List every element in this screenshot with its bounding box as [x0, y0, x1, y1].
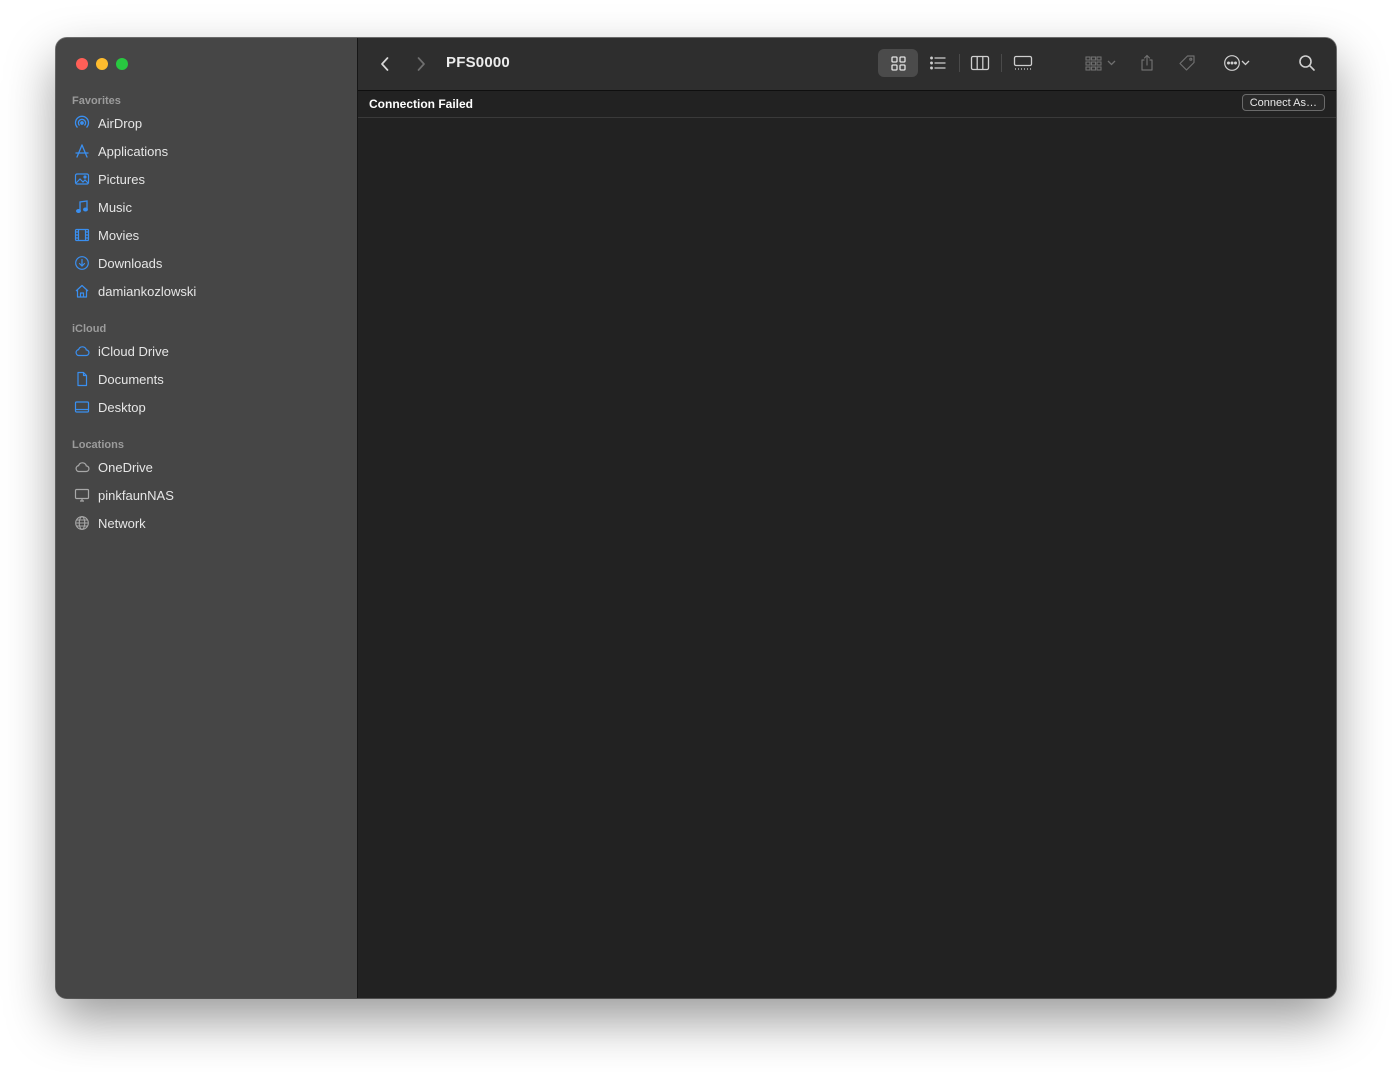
zoom-button[interactable] [116, 58, 128, 70]
back-button[interactable] [374, 50, 396, 78]
sidebar-item-label: pinkfaunNAS [98, 487, 174, 503]
sidebar-item-label: OneDrive [98, 459, 153, 475]
sidebar-item-pictures[interactable]: Pictures [64, 166, 349, 192]
chevron-down-icon [1107, 60, 1115, 66]
sidebar-item-label: Movies [98, 227, 140, 243]
connect-as-button[interactable]: Connect As… [1241, 94, 1325, 111]
window-controls [76, 58, 128, 70]
tag-icon [1179, 55, 1195, 71]
icloud-icon [73, 342, 91, 360]
search-icon [1299, 55, 1315, 71]
connection-status-text: Connection Failed [369, 97, 474, 111]
sidebar-item-documents[interactable]: Documents [64, 366, 349, 392]
home-icon [73, 282, 91, 300]
sidebar-item-label: iCloud Drive [98, 343, 169, 359]
group-by-button[interactable] [1080, 49, 1120, 77]
sidebar-item-label: Documents [98, 371, 164, 387]
minimize-button[interactable] [96, 58, 108, 70]
movies-icon [73, 226, 91, 244]
display-icon [73, 486, 91, 504]
columns-icon [970, 55, 990, 71]
sidebar-item-music[interactable]: Music [64, 194, 349, 220]
window-title: PFS0000 [446, 54, 510, 71]
icon-view-button[interactable] [878, 49, 918, 77]
sidebar-item-desktop[interactable]: Desktop [64, 394, 349, 420]
cloud-icon [73, 458, 91, 476]
sidebar-item-downloads[interactable]: Downloads [64, 250, 349, 276]
sidebar-item-label: Pictures [98, 171, 145, 187]
tags-button[interactable] [1172, 49, 1202, 77]
toolbar: PFS0000 [358, 38, 1336, 91]
icloud-section-title: iCloud [72, 323, 107, 335]
applications-icon [73, 142, 91, 160]
favorites-section-title: Favorites [72, 95, 121, 107]
gallery-icon [1013, 55, 1033, 70]
file-list-area[interactable] [358, 118, 1336, 998]
ellipsis-circle-icon [1223, 55, 1240, 71]
finder-window: Favorites AirDrop Applications Pictures … [56, 38, 1336, 998]
chevron-right-icon [417, 57, 425, 71]
list-icon [930, 56, 946, 70]
gallery-view-button[interactable] [1006, 49, 1040, 77]
pictures-icon [73, 170, 91, 188]
sidebar-item-network[interactable]: Network [64, 510, 349, 536]
list-view-button[interactable] [922, 49, 954, 77]
sidebar-item-onedrive[interactable]: OneDrive [64, 454, 349, 480]
more-actions-button[interactable] [1216, 49, 1256, 77]
chevron-down-icon [1241, 60, 1249, 66]
sidebar-item-icloud-drive[interactable]: iCloud Drive [64, 338, 349, 364]
sidebar: Favorites AirDrop Applications Pictures … [56, 38, 358, 998]
desktop-icon [73, 398, 91, 416]
content-area: PFS0000 Connection Failed Connect As… [358, 38, 1336, 998]
globe-icon [73, 514, 91, 532]
locations-section-title: Locations [72, 439, 124, 451]
music-icon [73, 198, 91, 216]
forward-button[interactable] [410, 50, 432, 78]
sidebar-item-label: Network [98, 515, 146, 531]
share-button[interactable] [1132, 49, 1162, 77]
connection-banner: Connection Failed Connect As… [358, 91, 1336, 118]
sidebar-item-label: damiankozlowski [98, 283, 197, 299]
downloads-icon [73, 254, 91, 272]
search-button[interactable] [1292, 49, 1322, 77]
sidebar-item-applications[interactable]: Applications [64, 138, 349, 164]
sidebar-item-label: Downloads [98, 255, 163, 271]
column-view-button[interactable] [964, 49, 996, 77]
airdrop-icon [73, 114, 91, 132]
share-icon [1141, 54, 1153, 71]
sidebar-item-home[interactable]: damiankozlowski [64, 278, 349, 304]
grid-icon [890, 55, 906, 71]
group-grid-icon [1084, 56, 1102, 71]
sidebar-item-airdrop[interactable]: AirDrop [64, 110, 349, 136]
sidebar-item-label: Music [98, 199, 132, 215]
close-button[interactable] [76, 58, 88, 70]
sidebar-item-label: Applications [98, 143, 169, 159]
sidebar-item-label: Desktop [98, 399, 146, 415]
document-icon [73, 370, 91, 388]
sidebar-item-label: AirDrop [98, 115, 143, 131]
sidebar-item-pinkfaunnas[interactable]: pinkfaunNAS [64, 482, 349, 508]
chevron-left-icon [381, 57, 389, 71]
sidebar-item-movies[interactable]: Movies [64, 222, 349, 248]
